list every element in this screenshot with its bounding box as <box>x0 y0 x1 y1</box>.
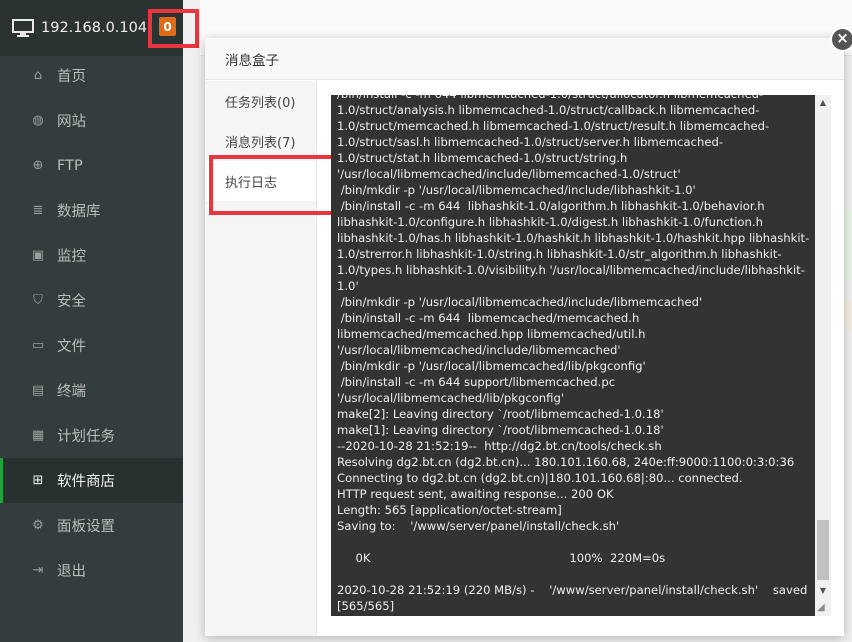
database-icon: ≣ <box>32 203 44 218</box>
server-ip: 192.168.0.104 <box>41 20 148 36</box>
sidebar-item-label: 面板设置 <box>57 519 115 535</box>
sidebar-item-label: 网站 <box>57 114 86 130</box>
sidebar-item-terminal[interactable]: ▤ 终端 <box>0 368 183 413</box>
tab-task-list[interactable]: 任务列表(0) <box>205 81 316 121</box>
sidebar-item-settings[interactable]: ⚙ 面板设置 <box>0 503 183 548</box>
scroll-thumb[interactable] <box>817 520 829 580</box>
sidebar-item-label: 安全 <box>57 294 86 310</box>
globe-icon: ◍ <box>32 113 44 128</box>
scroll-up-arrow-icon[interactable]: ▲ <box>815 95 831 111</box>
sidebar-item-website[interactable]: ◍ 网站 <box>0 98 183 143</box>
sidebar-item-label: 计划任务 <box>57 429 115 445</box>
sidebar-item-monitor[interactable]: ▣ 监控 <box>0 233 183 278</box>
computer-icon <box>12 19 34 37</box>
sidebar-item-database[interactable]: ≣ 数据库 <box>0 188 183 233</box>
sidebar-item-cron[interactable]: ▦ 计划任务 <box>0 413 183 458</box>
execution-log-console[interactable]: /bin/install -c -m 644 libmemcached-1.0/… <box>331 95 831 616</box>
sidebar-item-ftp[interactable]: ⊕ FTP <box>0 143 183 188</box>
sidebar-item-label: 退出 <box>57 564 86 580</box>
home-icon: ⌂ <box>33 68 43 83</box>
log-text: /bin/install -c -m 644 libmemcached-1.0/… <box>337 95 810 613</box>
highlight-box-execution-log <box>209 155 345 215</box>
sidebar-item-software-store[interactable]: ⊞ 软件商店 <box>0 458 183 503</box>
calendar-icon: ▦ <box>31 428 45 443</box>
sidebar-item-files[interactable]: ▭ 文件 <box>0 323 183 368</box>
shield-icon: ⛉ <box>33 293 43 308</box>
highlight-box-badge <box>148 9 199 48</box>
gear-icon: ⚙ <box>32 518 44 533</box>
ftp-icon: ⊕ <box>32 158 44 173</box>
sidebar-item-logout[interactable]: ⇥ 退出 <box>0 548 183 593</box>
sidebar-item-label: 首页 <box>57 69 86 85</box>
console-scrollbar[interactable]: ▲ ▼ ◢ <box>815 95 831 616</box>
grid-icon: ⊞ <box>32 473 44 488</box>
resize-handle-icon[interactable]: ◢ <box>817 602 829 614</box>
sidebar-item-label: 数据库 <box>57 204 101 220</box>
sidebar-nav: ⌂ 首页 ◍ 网站 ⊕ FTP ≣ 数据库 ▣ 监控 ⛉ 安全 ▭ 文件 ▤ 终 <box>0 53 183 593</box>
close-button[interactable]: × <box>830 27 852 52</box>
sidebar: 192.168.0.104 ⌂ 首页 ◍ 网站 ⊕ FTP ≣ 数据库 ▣ 监控… <box>0 0 183 642</box>
folder-icon: ▭ <box>31 338 45 353</box>
sidebar-item-label: 终端 <box>57 384 86 400</box>
sidebar-item-label: 文件 <box>57 339 86 355</box>
sidebar-item-security[interactable]: ⛉ 安全 <box>0 278 183 323</box>
monitor-icon: ▣ <box>31 248 45 263</box>
logout-icon: ⇥ <box>32 563 44 578</box>
sidebar-item-home[interactable]: ⌂ 首页 <box>0 53 183 98</box>
dialog-title: 消息盒子 <box>205 38 844 80</box>
sidebar-item-label: 软件商店 <box>57 474 115 490</box>
scroll-down-arrow-icon[interactable]: ▼ <box>815 583 831 599</box>
sidebar-item-label: 监控 <box>57 249 86 265</box>
sidebar-item-label: FTP <box>57 157 83 174</box>
terminal-icon: ▤ <box>31 383 45 398</box>
